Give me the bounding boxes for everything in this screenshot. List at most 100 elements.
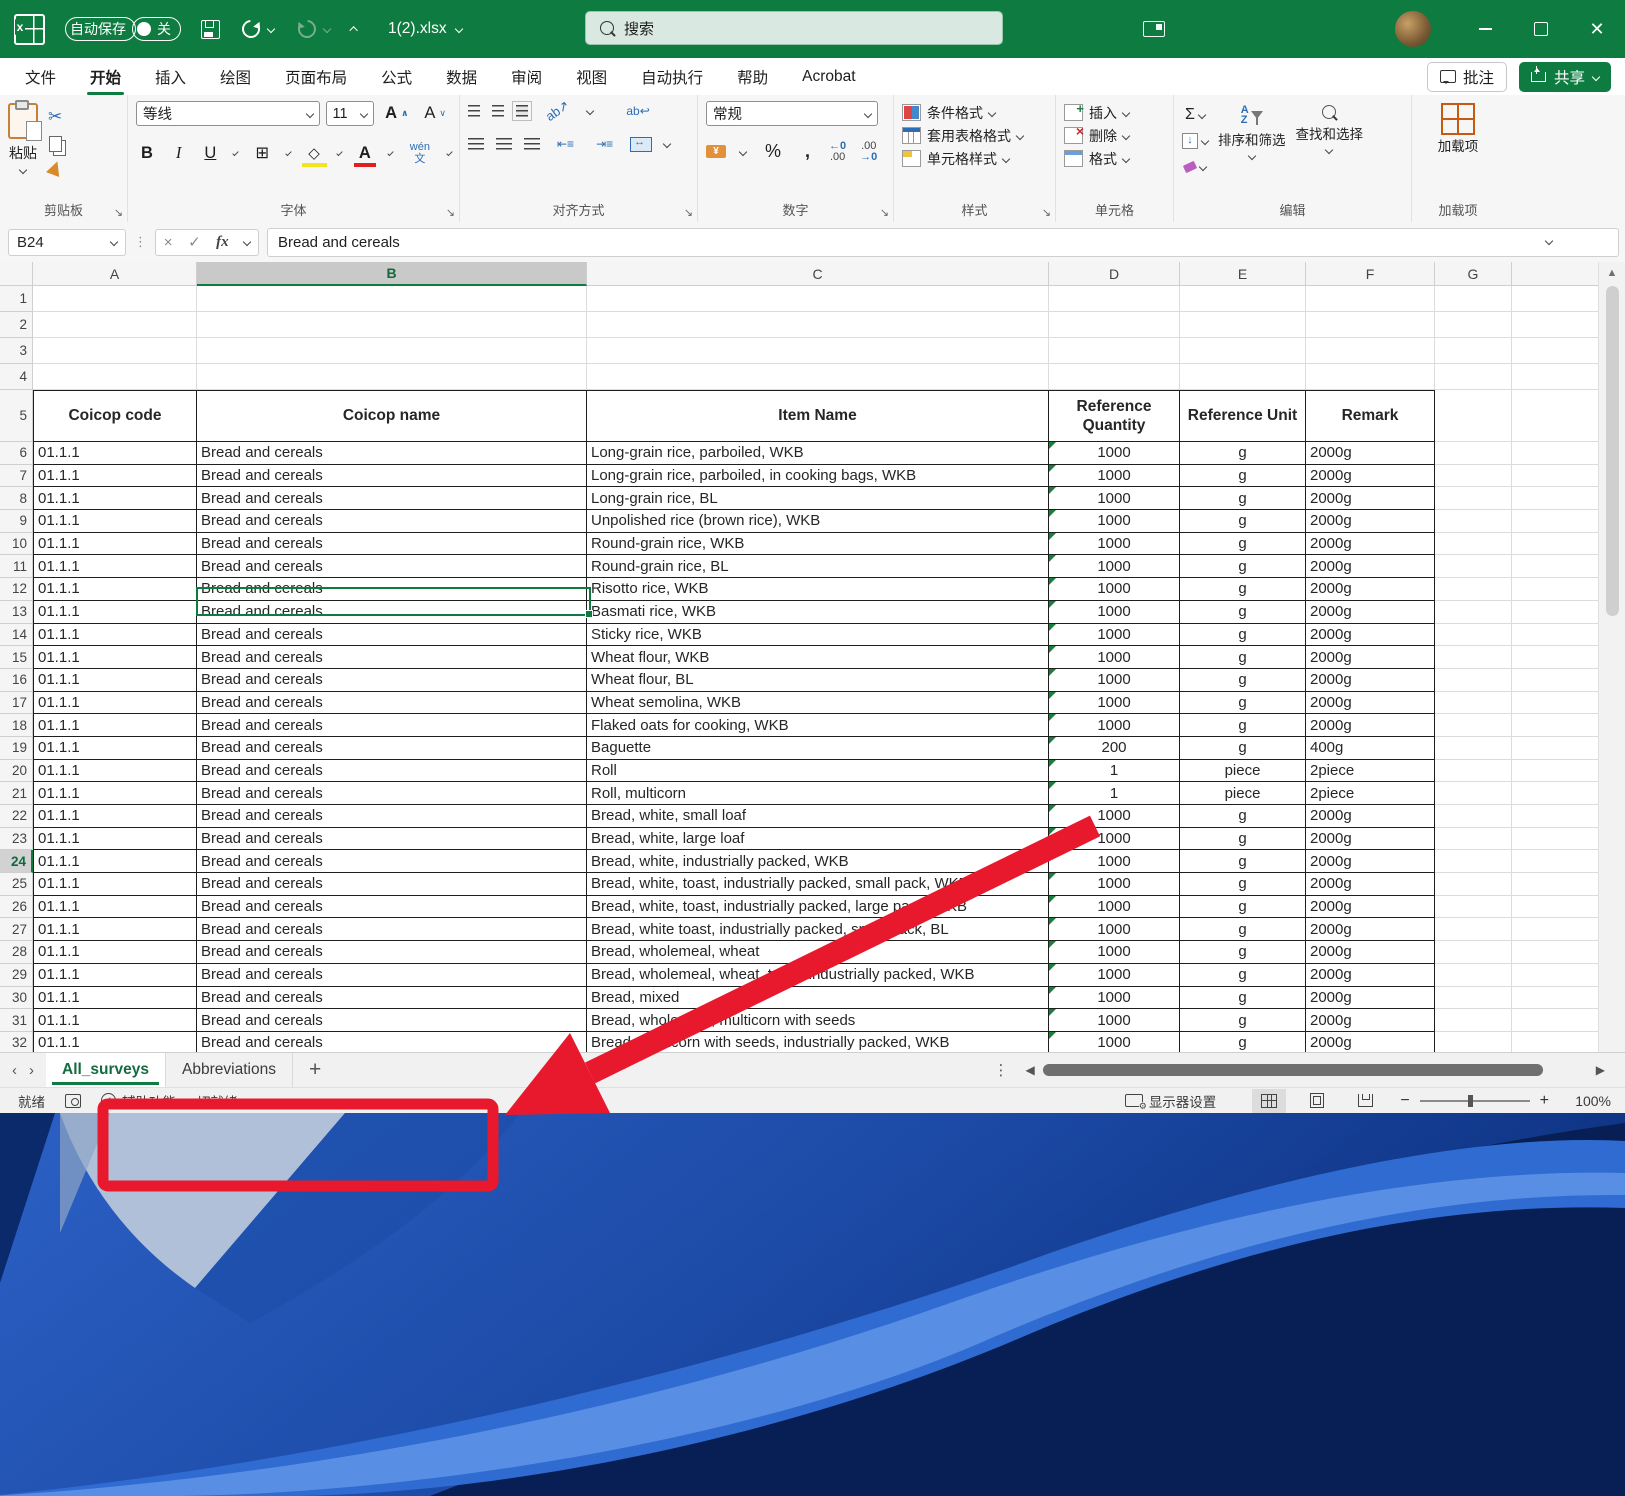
cell-H23[interactable] (1512, 828, 1598, 851)
ribbon-tab-自动执行[interactable]: 自动执行 (624, 58, 720, 95)
cell-H24[interactable] (1512, 850, 1598, 874)
cell-C27[interactable]: Bread, white toast, industrially packed,… (587, 918, 1049, 942)
cell-B28[interactable]: Bread and cereals (197, 941, 587, 964)
row-header-8[interactable]: 8 (0, 487, 33, 511)
cell-E24[interactable]: g (1180, 850, 1306, 874)
font-name-select[interactable]: 等线 (136, 101, 320, 126)
cell-B13[interactable]: Bread and cereals (197, 600, 587, 624)
cell-F2[interactable] (1306, 312, 1435, 338)
cell-B16[interactable]: Bread and cereals (197, 668, 587, 692)
cell-F19[interactable]: 400g (1306, 736, 1435, 760)
cell-A21[interactable]: 01.1.1 (33, 782, 197, 805)
cell-E1[interactable] (1180, 286, 1306, 312)
cell-F32[interactable]: 2000g (1306, 1031, 1435, 1052)
align-left-icon[interactable] (468, 138, 484, 150)
cell-H17[interactable] (1512, 692, 1598, 715)
row-header-5[interactable]: 5 (0, 390, 33, 442)
merge-center-icon[interactable] (630, 136, 653, 152)
cell-B26[interactable]: Bread and cereals (197, 895, 587, 919)
cell-D8[interactable]: 1000 (1049, 487, 1180, 511)
cell-D9[interactable]: 1000 (1049, 510, 1180, 533)
excel-app-icon[interactable] (14, 13, 45, 45)
clipboard-dialog-launcher[interactable]: ↘ (114, 206, 123, 219)
cell-C11[interactable]: Round-grain rice, BL (587, 555, 1049, 579)
cell-A22[interactable]: 01.1.1 (33, 805, 197, 828)
cell-A4[interactable] (33, 364, 197, 390)
cell-H12[interactable] (1512, 578, 1598, 601)
sheet-nav-left-icon[interactable]: ‹ (0, 1062, 29, 1079)
cell-A8[interactable]: 01.1.1 (33, 487, 197, 511)
align-bottom-icon[interactable] (512, 101, 532, 121)
autosum-icon[interactable]: Σ (1185, 106, 1195, 124)
row-header-20[interactable]: 20 (0, 759, 33, 783)
cell-B7[interactable]: Bread and cereals (197, 464, 587, 488)
cell-F27[interactable]: 2000g (1306, 918, 1435, 942)
row-header-17[interactable]: 17 (0, 691, 33, 715)
cell-B6[interactable]: Bread and cereals (197, 442, 587, 465)
cell-D24[interactable]: 1000 (1049, 850, 1180, 874)
cell-H25[interactable] (1512, 873, 1598, 896)
cell-B1[interactable] (197, 286, 587, 312)
cell-B12[interactable]: Bread and cereals (197, 578, 587, 601)
cell-A31[interactable]: 01.1.1 (33, 1009, 197, 1032)
cell-E23[interactable]: g (1180, 827, 1306, 851)
zoom-out-icon[interactable]: − (1400, 1092, 1409, 1110)
cell-F16[interactable]: 2000g (1306, 668, 1435, 692)
cell-G25[interactable] (1435, 873, 1512, 896)
cell-A2[interactable] (33, 312, 197, 338)
cell-D29[interactable]: 1000 (1049, 963, 1180, 987)
cell-G30[interactable] (1435, 986, 1512, 1010)
cell-G13[interactable] (1435, 600, 1512, 624)
row-header-26[interactable]: 26 (0, 895, 33, 919)
cell-B23[interactable]: Bread and cereals (197, 827, 587, 851)
cell-G23[interactable] (1435, 827, 1512, 851)
cell-H6[interactable] (1512, 442, 1598, 465)
vertical-scrollbar[interactable]: ▲ (1598, 262, 1625, 1052)
cell-H4[interactable] (1512, 364, 1598, 390)
row-header-29[interactable]: 29 (0, 963, 33, 987)
cell-B4[interactable] (197, 364, 587, 390)
increase-indent-icon[interactable]: ⇥≡ (591, 135, 618, 153)
cell-G5[interactable] (1435, 390, 1512, 442)
cell-A29[interactable]: 01.1.1 (33, 963, 197, 987)
cell-D25[interactable]: 1000 (1049, 873, 1180, 896)
cell-F28[interactable]: 2000g (1306, 941, 1435, 964)
share-button[interactable]: 共享 (1518, 61, 1611, 92)
cell-A26[interactable]: 01.1.1 (33, 895, 197, 919)
cell-F20[interactable]: 2piece (1306, 759, 1435, 783)
maximize-button[interactable] (1513, 0, 1569, 58)
cell-F1[interactable] (1306, 286, 1435, 312)
ribbon-tab-Acrobat[interactable]: Acrobat (785, 58, 872, 95)
cell-A27[interactable]: 01.1.1 (33, 918, 197, 942)
wrap-text-icon[interactable]: ab↩ (621, 102, 654, 120)
cell-B27[interactable]: Bread and cereals (197, 918, 587, 942)
cell-D30[interactable]: 1000 (1049, 986, 1180, 1010)
table-header-reference-quantity[interactable]: Reference Quantity (1049, 390, 1180, 442)
cell-C18[interactable]: Flaked oats for cooking, WKB (587, 714, 1049, 737)
cell-G28[interactable] (1435, 941, 1512, 964)
sheet-tab-all-surveys[interactable]: All_surveys (46, 1053, 167, 1087)
cell-E30[interactable]: g (1180, 986, 1306, 1010)
cell-D27[interactable]: 1000 (1049, 918, 1180, 942)
cell-A23[interactable]: 01.1.1 (33, 827, 197, 851)
ribbon-tab-审阅[interactable]: 审阅 (494, 58, 559, 95)
row-header-30[interactable]: 30 (0, 986, 33, 1010)
cell-H21[interactable] (1512, 782, 1598, 805)
delete-cells-button[interactable]: 删除 (1064, 123, 1165, 147)
formula-input[interactable]: Bread and cereals (267, 227, 1619, 257)
row-header-28[interactable]: 28 (0, 941, 33, 964)
table-header-coicop-code[interactable]: Coicop code (33, 390, 197, 442)
cell-A7[interactable]: 01.1.1 (33, 464, 197, 488)
cell-G11[interactable] (1435, 555, 1512, 579)
title-dropdown-chevron[interactable] (454, 24, 463, 34)
sheet-more-icon[interactable]: ⋮ (994, 1061, 1010, 1079)
column-header-E[interactable]: E (1180, 262, 1306, 286)
new-sheet-button[interactable]: + (293, 1058, 337, 1082)
document-title[interactable]: 1(2).xlsx (388, 20, 447, 38)
cell-F24[interactable]: 2000g (1306, 850, 1435, 874)
zoom-level[interactable]: 100% (1563, 1093, 1611, 1109)
cell-A15[interactable]: 01.1.1 (33, 646, 197, 669)
cell-H9[interactable] (1512, 510, 1598, 533)
accessibility-status[interactable]: ✓ 辅助功能: 一切就绪 (91, 1091, 248, 1111)
cell-H20[interactable] (1512, 760, 1598, 783)
